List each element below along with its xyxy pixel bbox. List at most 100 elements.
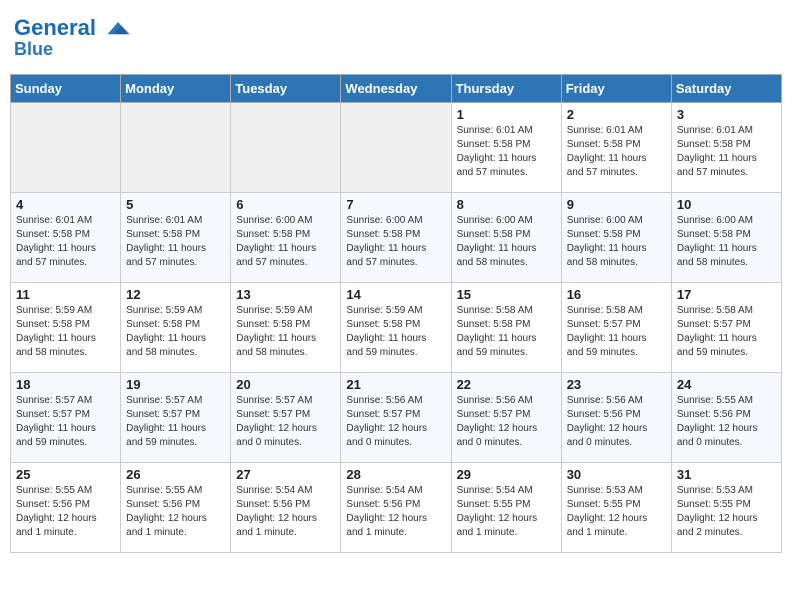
- day-number: 5: [126, 197, 225, 212]
- day-info: Sunrise: 5:53 AMSunset: 5:55 PMDaylight:…: [677, 484, 776, 540]
- calendar-cell: 22 Sunrise: 5:56 AMSunset: 5:57 PMDayligh…: [451, 372, 561, 462]
- day-number: 1: [457, 107, 556, 122]
- calendar-week-5: 25 Sunrise: 5:55 AMSunset: 5:56 PMDayligh…: [11, 462, 782, 552]
- logo-text: General: [14, 16, 132, 40]
- calendar-cell: 6Sunrise: 6:00 AMSunset: 5:58 PMDaylight…: [231, 192, 341, 282]
- day-number: 15: [457, 287, 556, 302]
- day-info: Sunrise: 6:00 AMSunset: 5:58 PMDaylight:…: [567, 214, 666, 270]
- day-number: 22: [457, 377, 556, 392]
- calendar-cell: 17 Sunrise: 5:58 AMSunset: 5:57 PMDayligh…: [671, 282, 781, 372]
- day-number: 25: [16, 467, 115, 482]
- day-number: 31: [677, 467, 776, 482]
- day-number: 4: [16, 197, 115, 212]
- day-info: Sunrise: 5:56 AMSunset: 5:57 PMDaylight:…: [346, 394, 445, 450]
- calendar-week-4: 18 Sunrise: 5:57 AMSunset: 5:57 PMDayligh…: [11, 372, 782, 462]
- calendar-cell: 31 Sunrise: 5:53 AMSunset: 5:55 PMDayligh…: [671, 462, 781, 552]
- day-number: 19: [126, 377, 225, 392]
- calendar-cell: 18 Sunrise: 5:57 AMSunset: 5:57 PMDayligh…: [11, 372, 121, 462]
- calendar-cell: 27Sunrise: 5:54 AMSunset: 5:56 PMDayligh…: [231, 462, 341, 552]
- calendar-cell: 1 Sunrise: 6:01 AMSunset: 5:58 PMDaylight…: [451, 102, 561, 192]
- day-number: 23: [567, 377, 666, 392]
- day-number: 24: [677, 377, 776, 392]
- weekday-header-wednesday: Wednesday: [341, 74, 451, 102]
- day-number: 18: [16, 377, 115, 392]
- day-number: 6: [236, 197, 335, 212]
- day-info: Sunrise: 6:01 AMSunset: 5:58 PMDaylight:…: [677, 124, 776, 180]
- calendar-cell: 11Sunrise: 5:59 AMSunset: 5:58 PMDayligh…: [11, 282, 121, 372]
- calendar-cell: [11, 102, 121, 192]
- day-info: Sunrise: 5:56 AMSunset: 5:56 PMDaylight:…: [567, 394, 666, 450]
- day-number: 20: [236, 377, 335, 392]
- day-number: 26: [126, 467, 225, 482]
- calendar-week-1: 1 Sunrise: 6:01 AMSunset: 5:58 PMDaylight…: [11, 102, 782, 192]
- calendar-cell: 2 Sunrise: 6:01 AMSunset: 5:58 PMDaylight…: [561, 102, 671, 192]
- day-number: 10: [677, 197, 776, 212]
- weekday-header-sunday: Sunday: [11, 74, 121, 102]
- day-info: Sunrise: 5:54 AMSunset: 5:56 PMDaylight:…: [236, 484, 335, 540]
- calendar-cell: 26 Sunrise: 5:55 AMSunset: 5:56 PMDayligh…: [121, 462, 231, 552]
- day-info: Sunrise: 5:58 AMSunset: 5:57 PMDaylight:…: [567, 304, 666, 360]
- day-info: Sunrise: 5:55 AMSunset: 5:56 PMDaylight:…: [16, 484, 115, 540]
- day-number: 21: [346, 377, 445, 392]
- day-number: 14: [346, 287, 445, 302]
- logo: General Blue: [14, 16, 132, 60]
- weekday-header-thursday: Thursday: [451, 74, 561, 102]
- day-number: 30: [567, 467, 666, 482]
- calendar-week-3: 11Sunrise: 5:59 AMSunset: 5:58 PMDayligh…: [11, 282, 782, 372]
- day-info: Sunrise: 5:57 AMSunset: 5:57 PMDaylight:…: [126, 394, 225, 450]
- day-info: Sunrise: 6:00 AMSunset: 5:58 PMDaylight:…: [677, 214, 776, 270]
- calendar-cell: 13 Sunrise: 5:59 AMSunset: 5:58 PMDayligh…: [231, 282, 341, 372]
- calendar-cell: 23 Sunrise: 5:56 AMSunset: 5:56 PMDayligh…: [561, 372, 671, 462]
- calendar-cell: 30 Sunrise: 5:53 AMSunset: 5:55 PMDayligh…: [561, 462, 671, 552]
- calendar-cell: 14Sunrise: 5:59 AMSunset: 5:58 PMDayligh…: [341, 282, 451, 372]
- day-number: 28: [346, 467, 445, 482]
- day-info: Sunrise: 5:54 AMSunset: 5:56 PMDaylight:…: [346, 484, 445, 540]
- calendar-cell: 10 Sunrise: 6:00 AMSunset: 5:58 PMDayligh…: [671, 192, 781, 282]
- weekday-header-tuesday: Tuesday: [231, 74, 341, 102]
- calendar-cell: 8 Sunrise: 6:00 AMSunset: 5:58 PMDaylight…: [451, 192, 561, 282]
- day-info: Sunrise: 6:00 AMSunset: 5:58 PMDaylight:…: [457, 214, 556, 270]
- calendar-cell: 16 Sunrise: 5:58 AMSunset: 5:57 PMDayligh…: [561, 282, 671, 372]
- calendar-cell: 3 Sunrise: 6:01 AMSunset: 5:58 PMDaylight…: [671, 102, 781, 192]
- day-number: 12: [126, 287, 225, 302]
- day-number: 2: [567, 107, 666, 122]
- day-info: Sunrise: 5:58 AMSunset: 5:57 PMDaylight:…: [677, 304, 776, 360]
- day-info: Sunrise: 6:01 AMSunset: 5:58 PMDaylight:…: [567, 124, 666, 180]
- calendar-cell: 4 Sunrise: 6:01 AMSunset: 5:58 PMDaylight…: [11, 192, 121, 282]
- day-info: Sunrise: 5:57 AMSunset: 5:57 PMDaylight:…: [236, 394, 335, 450]
- page-header: General Blue: [10, 10, 782, 66]
- calendar-cell: 15Sunrise: 5:58 AMSunset: 5:58 PMDayligh…: [451, 282, 561, 372]
- day-info: Sunrise: 5:54 AMSunset: 5:55 PMDaylight:…: [457, 484, 556, 540]
- weekday-header-friday: Friday: [561, 74, 671, 102]
- day-info: Sunrise: 6:00 AMSunset: 5:58 PMDaylight:…: [346, 214, 445, 270]
- day-info: Sunrise: 6:01 AMSunset: 5:58 PMDaylight:…: [457, 124, 556, 180]
- calendar-cell: 24Sunrise: 5:55 AMSunset: 5:56 PMDayligh…: [671, 372, 781, 462]
- calendar-week-2: 4 Sunrise: 6:01 AMSunset: 5:58 PMDaylight…: [11, 192, 782, 282]
- day-info: Sunrise: 5:59 AMSunset: 5:58 PMDaylight:…: [236, 304, 335, 360]
- day-info: Sunrise: 5:57 AMSunset: 5:57 PMDaylight:…: [16, 394, 115, 450]
- day-number: 29: [457, 467, 556, 482]
- calendar-cell: 5Sunrise: 6:01 AMSunset: 5:58 PMDaylight…: [121, 192, 231, 282]
- calendar-cell: 25 Sunrise: 5:55 AMSunset: 5:56 PMDayligh…: [11, 462, 121, 552]
- calendar-cell: [121, 102, 231, 192]
- day-info: Sunrise: 5:55 AMSunset: 5:56 PMDaylight:…: [126, 484, 225, 540]
- weekday-header-monday: Monday: [121, 74, 231, 102]
- calendar-cell: 29 Sunrise: 5:54 AMSunset: 5:55 PMDayligh…: [451, 462, 561, 552]
- calendar-cell: 9Sunrise: 6:00 AMSunset: 5:58 PMDaylight…: [561, 192, 671, 282]
- day-number: 7: [346, 197, 445, 212]
- day-info: Sunrise: 5:59 AMSunset: 5:58 PMDaylight:…: [126, 304, 225, 360]
- day-number: 13: [236, 287, 335, 302]
- day-number: 8: [457, 197, 556, 212]
- day-info: Sunrise: 5:59 AMSunset: 5:58 PMDaylight:…: [16, 304, 115, 360]
- calendar-cell: 21 Sunrise: 5:56 AMSunset: 5:57 PMDayligh…: [341, 372, 451, 462]
- calendar-cell: 19 Sunrise: 5:57 AMSunset: 5:57 PMDayligh…: [121, 372, 231, 462]
- day-number: 3: [677, 107, 776, 122]
- day-number: 17: [677, 287, 776, 302]
- calendar-cell: [341, 102, 451, 192]
- day-info: Sunrise: 5:56 AMSunset: 5:57 PMDaylight:…: [457, 394, 556, 450]
- day-info: Sunrise: 5:53 AMSunset: 5:55 PMDaylight:…: [567, 484, 666, 540]
- day-number: 16: [567, 287, 666, 302]
- calendar-cell: 7 Sunrise: 6:00 AMSunset: 5:58 PMDaylight…: [341, 192, 451, 282]
- day-info: Sunrise: 6:01 AMSunset: 5:58 PMDaylight:…: [16, 214, 115, 270]
- calendar-cell: [231, 102, 341, 192]
